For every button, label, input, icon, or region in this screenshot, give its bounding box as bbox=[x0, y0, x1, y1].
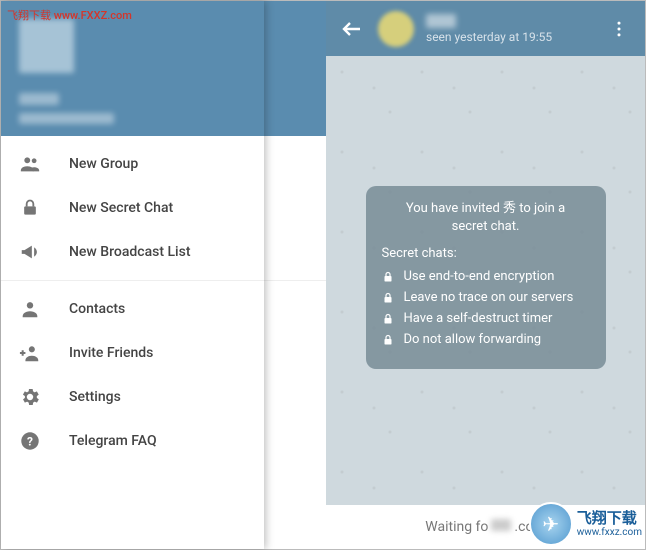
lock-icon bbox=[382, 333, 394, 347]
chat-body: You have invited 秀 to join asecret chat.… bbox=[326, 56, 645, 505]
more-button[interactable] bbox=[607, 17, 631, 41]
menu-faq[interactable]: ? Telegram FAQ bbox=[1, 419, 326, 463]
watermark-badge-icon: ✈ bbox=[529, 502, 573, 546]
secret-feature: Use end-to-end encryption bbox=[382, 269, 590, 284]
menu-label: New Broadcast List bbox=[69, 244, 191, 260]
menu-label: New Secret Chat bbox=[69, 200, 173, 216]
secret-heading: Secret chats: bbox=[382, 246, 590, 261]
right-screenshot: seen yesterday at 19:55 You have invited… bbox=[326, 1, 645, 549]
menu-invite-friends[interactable]: Invite Friends bbox=[1, 331, 326, 375]
person-icon bbox=[19, 298, 41, 320]
chat-avatar[interactable] bbox=[378, 11, 414, 47]
lock-icon bbox=[19, 197, 41, 219]
back-icon[interactable] bbox=[340, 17, 364, 41]
chat-title bbox=[426, 14, 456, 28]
secret-feature: Do not allow forwarding bbox=[382, 332, 590, 347]
secret-feature: Have a self-destruct timer bbox=[382, 311, 590, 326]
help-icon: ? bbox=[19, 430, 41, 452]
waiting-text: Waiting fo.com bbox=[425, 519, 545, 535]
app-container: 20:50a... 20:42 ' 20:14 Mon 飞翔下载 www.FXX… bbox=[0, 0, 646, 550]
lock-icon bbox=[382, 312, 394, 326]
watermark-bottom: ✈ 飞翔下载 www.fxxz.com bbox=[529, 502, 642, 546]
menu-label: New Group bbox=[69, 156, 138, 172]
user-phone bbox=[19, 113, 114, 124]
more-vertical-icon bbox=[609, 19, 629, 39]
invite-text: You have invited 秀 to join asecret chat. bbox=[382, 200, 590, 236]
watermark-top: 飞翔下载 www.FXXZ.com bbox=[7, 7, 132, 23]
chat-header: seen yesterday at 19:55 bbox=[326, 1, 645, 56]
left-screenshot: 20:50a... 20:42 ' 20:14 Mon 飞翔下载 www.FXX… bbox=[1, 1, 326, 549]
menu-settings[interactable]: Settings bbox=[1, 375, 326, 419]
drawer-menu: New Group New Secret Chat New Broadcast … bbox=[1, 136, 326, 549]
menu-label: Contacts bbox=[69, 301, 125, 317]
menu-label: Settings bbox=[69, 389, 121, 405]
menu-new-secret-chat[interactable]: New Secret Chat bbox=[1, 186, 326, 230]
menu-label: Telegram FAQ bbox=[69, 433, 157, 449]
chat-status: seen yesterday at 19:55 bbox=[426, 30, 607, 44]
secret-feature: Leave no trace on our servers bbox=[382, 290, 590, 305]
user-avatar[interactable] bbox=[19, 19, 74, 73]
lock-icon bbox=[382, 291, 394, 305]
menu-new-group[interactable]: New Group bbox=[1, 142, 326, 186]
menu-label: Invite Friends bbox=[69, 345, 153, 361]
menu-new-broadcast[interactable]: New Broadcast List bbox=[1, 230, 326, 274]
secret-chat-info: You have invited 秀 to join asecret chat.… bbox=[366, 186, 606, 369]
lock-icon bbox=[382, 270, 394, 284]
menu-contacts[interactable]: Contacts bbox=[1, 287, 326, 331]
user-name bbox=[19, 93, 59, 106]
svg-text:?: ? bbox=[27, 435, 33, 449]
gear-icon bbox=[19, 386, 41, 408]
group-icon bbox=[19, 153, 41, 175]
add-person-icon bbox=[19, 342, 41, 364]
megaphone-icon bbox=[19, 241, 41, 263]
